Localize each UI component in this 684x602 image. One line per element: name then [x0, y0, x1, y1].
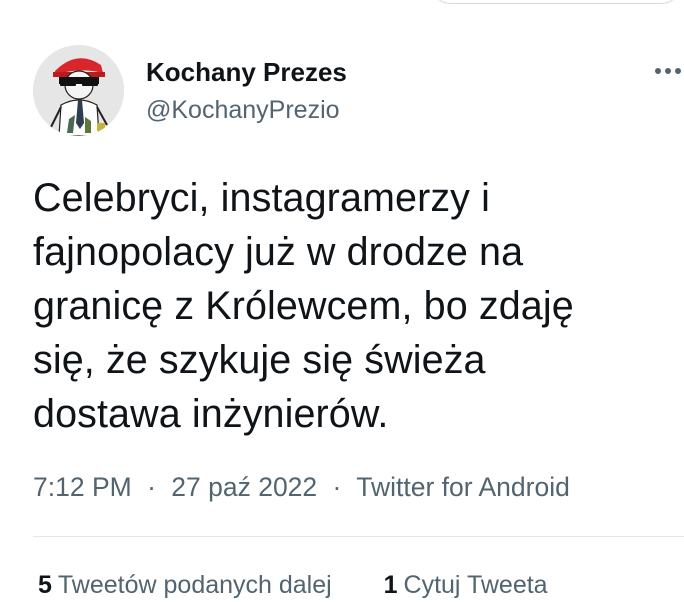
meta-separator: ·	[332, 472, 342, 502]
author-handle[interactable]: @KochanyPrezio	[146, 93, 340, 127]
tweet-stats: 5 Tweetów podanych dalej 1 Cytuj Tweeta	[38, 568, 548, 602]
divider	[33, 536, 684, 537]
retweets-count: 5	[38, 571, 52, 599]
tweet-text: Celebryci, instagramerzy i fajnopolacy j…	[33, 176, 574, 436]
retweets-label: Tweetów podanych dalej	[57, 571, 332, 599]
more-button[interactable]	[652, 56, 684, 86]
retweets-stat[interactable]: 5 Tweetów podanych dalej	[38, 571, 339, 599]
tweet-time[interactable]: 7:12 PM	[33, 472, 132, 502]
quotes-count: 1	[383, 571, 398, 599]
tweet-date[interactable]: 27 paź 2022	[171, 472, 317, 502]
tweet: Kochany Prezes @KochanyPrezio Celebryci,…	[0, 0, 684, 599]
meta-separator: ·	[147, 472, 156, 502]
more-horizontal-icon	[655, 68, 681, 74]
author-display-name[interactable]: Kochany Prezes	[146, 55, 347, 89]
avatar-image	[33, 45, 124, 136]
quotes-stat[interactable]: 1 Cytuj Tweeta	[384, 571, 548, 599]
quotes-label: Cytuj Tweeta	[403, 571, 548, 599]
tweet-source[interactable]: Twitter for Android	[356, 472, 570, 502]
tweet-meta: 7:12 PM · 27 paź 2022 · Twitter for Andr…	[33, 468, 570, 506]
avatar[interactable]	[33, 45, 124, 136]
